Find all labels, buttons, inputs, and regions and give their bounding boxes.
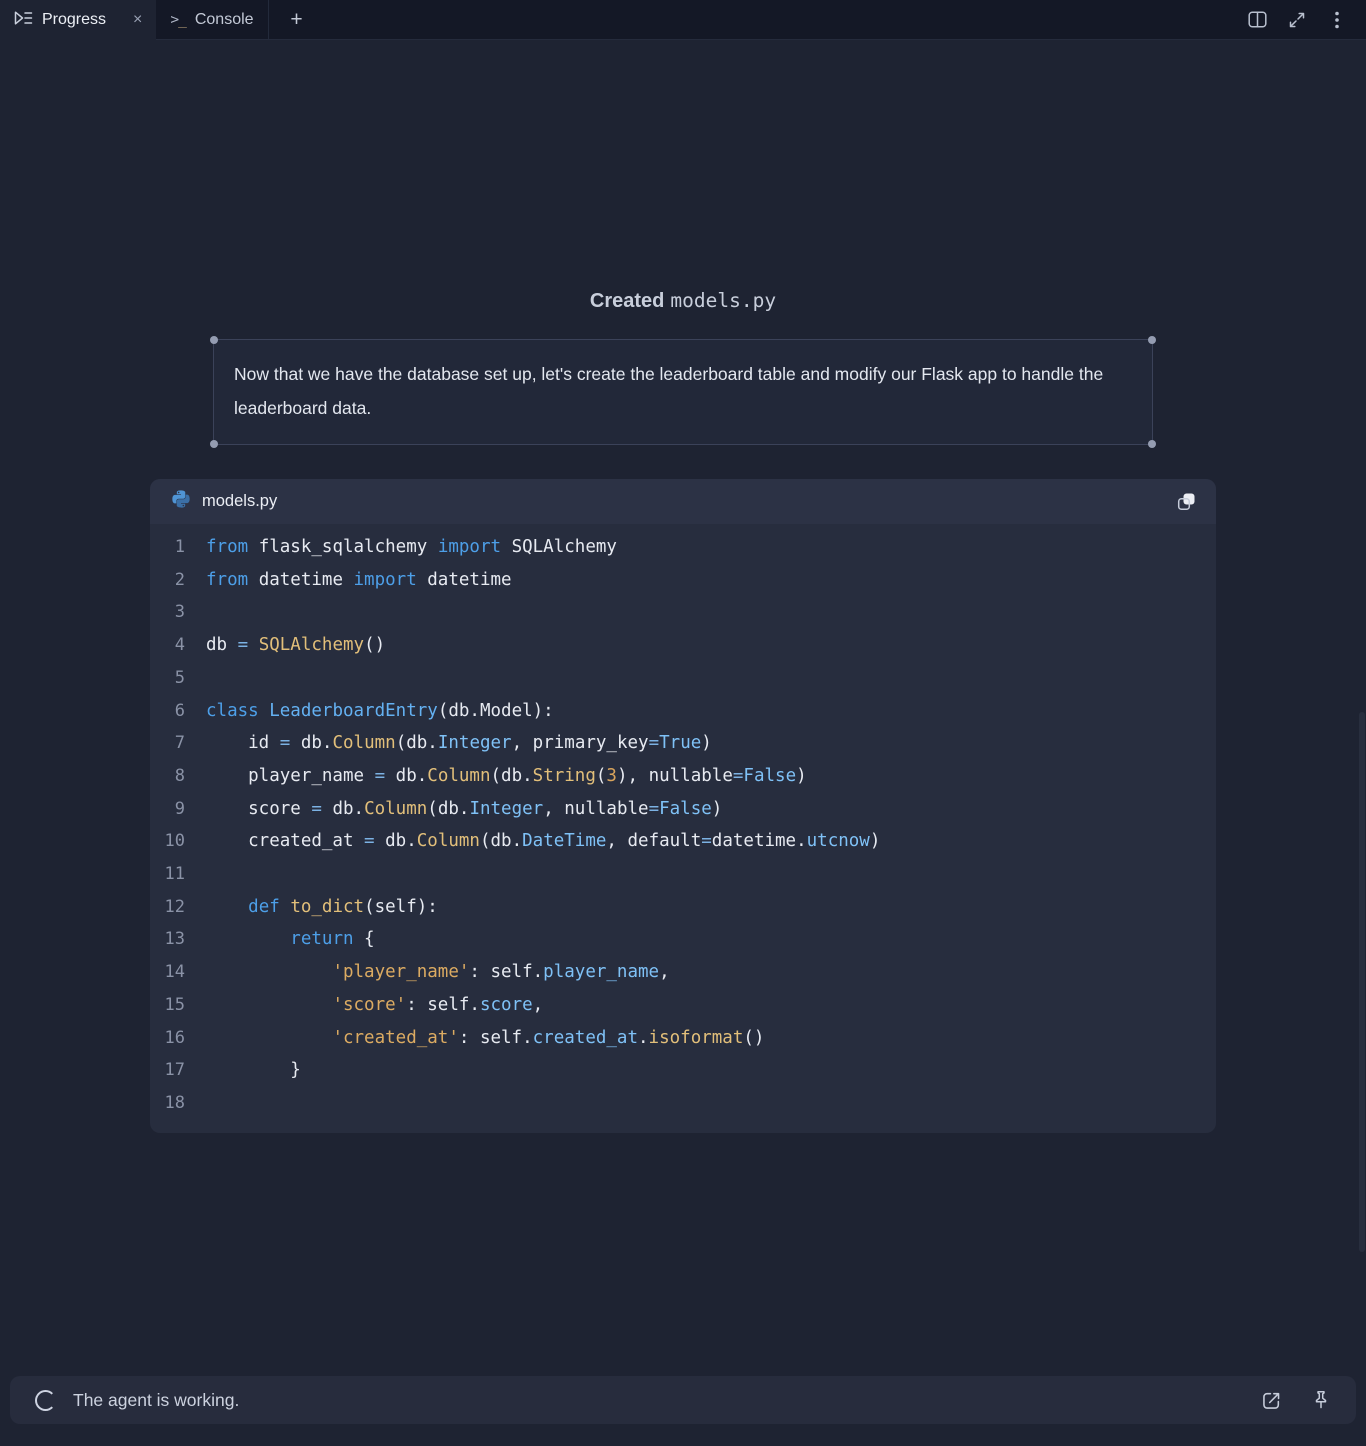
line-number: 5 bbox=[150, 662, 206, 695]
spinner-icon bbox=[35, 1390, 56, 1411]
more-menu-icon[interactable] bbox=[1322, 5, 1352, 35]
tab-progress[interactable]: Progress × bbox=[0, 0, 156, 40]
code-text: return { bbox=[206, 923, 375, 956]
progress-pane: Created models.py Now that we have the da… bbox=[0, 40, 1366, 1133]
code-card: models.py 1from flask_sqlalchemy import … bbox=[150, 479, 1216, 1133]
step-title: Created models.py bbox=[0, 289, 1366, 313]
agent-status-bar: The agent is working. bbox=[10, 1376, 1356, 1424]
selection-handle bbox=[1148, 336, 1156, 344]
agent-message-text: Now that we have the database set up, le… bbox=[234, 364, 1103, 418]
tab-label: Console bbox=[195, 11, 254, 29]
copy-code-button[interactable] bbox=[1172, 488, 1200, 516]
step-action: Created bbox=[590, 290, 664, 312]
code-editor[interactable]: 1from flask_sqlalchemy import SQLAlchemy… bbox=[150, 524, 1216, 1133]
code-text: 'created_at': self.created_at.isoformat(… bbox=[206, 1022, 764, 1055]
code-line: 9 score = db.Column(db.Integer, nullable… bbox=[150, 793, 1216, 826]
line-number: 16 bbox=[150, 1022, 206, 1055]
terminal-icon: >_ bbox=[170, 12, 185, 28]
selection-handle bbox=[210, 336, 218, 344]
code-line: 11 bbox=[150, 858, 1216, 891]
line-number: 13 bbox=[150, 923, 206, 956]
agent-message-box: Now that we have the database set up, le… bbox=[213, 339, 1153, 445]
scrollbar-thumb[interactable] bbox=[1359, 712, 1365, 1252]
tabbar-spacer bbox=[325, 0, 1242, 39]
agent-status-text: The agent is working. bbox=[73, 1390, 1254, 1411]
code-text: created_at = db.Column(db.DateTime, defa… bbox=[206, 825, 880, 858]
window-controls bbox=[1242, 0, 1366, 39]
code-text: 'score': self.score, bbox=[206, 989, 543, 1022]
code-line: 10 created_at = db.Column(db.DateTime, d… bbox=[150, 825, 1216, 858]
code-line: 5 bbox=[150, 662, 1216, 695]
line-number: 10 bbox=[150, 825, 206, 858]
code-text: } bbox=[206, 1054, 301, 1087]
tab-bar: Progress × >_ Console + bbox=[0, 0, 1366, 40]
selection-handle bbox=[1148, 440, 1156, 448]
code-card-header: models.py bbox=[150, 479, 1216, 524]
line-number: 3 bbox=[150, 596, 206, 629]
line-number: 1 bbox=[150, 531, 206, 564]
code-line: 3 bbox=[150, 596, 1216, 629]
code-line: 13 return { bbox=[150, 923, 1216, 956]
code-line: 14 'player_name': self.player_name, bbox=[150, 956, 1216, 989]
code-text: class LeaderboardEntry(db.Model): bbox=[206, 695, 554, 728]
line-number: 2 bbox=[150, 564, 206, 597]
code-text: from datetime import datetime bbox=[206, 564, 512, 597]
line-number: 15 bbox=[150, 989, 206, 1022]
split-view-icon[interactable] bbox=[1242, 5, 1272, 35]
line-number: 7 bbox=[150, 727, 206, 760]
progress-icon bbox=[14, 10, 33, 31]
code-text: from flask_sqlalchemy import SQLAlchemy bbox=[206, 531, 617, 564]
code-line: 2from datetime import datetime bbox=[150, 564, 1216, 597]
line-number: 17 bbox=[150, 1054, 206, 1087]
tab-label: Progress bbox=[42, 11, 106, 29]
code-line: 16 'created_at': self.created_at.isoform… bbox=[150, 1022, 1216, 1055]
line-number: 14 bbox=[150, 956, 206, 989]
python-icon bbox=[171, 489, 191, 514]
code-line: 15 'score': self.score, bbox=[150, 989, 1216, 1022]
code-text: def to_dict(self): bbox=[206, 891, 438, 924]
open-external-icon[interactable] bbox=[1254, 1383, 1288, 1417]
code-text: id = db.Column(db.Integer, primary_key=T… bbox=[206, 727, 712, 760]
line-number: 8 bbox=[150, 760, 206, 793]
code-line: 8 player_name = db.Column(db.String(3), … bbox=[150, 760, 1216, 793]
code-line: 7 id = db.Column(db.Integer, primary_key… bbox=[150, 727, 1216, 760]
code-line: 12 def to_dict(self): bbox=[150, 891, 1216, 924]
line-number: 4 bbox=[150, 629, 206, 662]
line-number: 18 bbox=[150, 1087, 206, 1120]
line-number: 12 bbox=[150, 891, 206, 924]
code-line: 18 bbox=[150, 1087, 1216, 1120]
close-icon[interactable]: × bbox=[129, 10, 146, 30]
code-text: player_name = db.Column(db.String(3), nu… bbox=[206, 760, 807, 793]
tab-console[interactable]: >_ Console bbox=[156, 0, 267, 39]
code-text: score = db.Column(db.Integer, nullable=F… bbox=[206, 793, 722, 826]
code-text: 'player_name': self.player_name, bbox=[206, 956, 670, 989]
pin-icon[interactable] bbox=[1304, 1383, 1338, 1417]
step-filename: models.py bbox=[670, 289, 776, 312]
selection-handle bbox=[210, 440, 218, 448]
code-text: db = SQLAlchemy() bbox=[206, 629, 385, 662]
code-line: 4db = SQLAlchemy() bbox=[150, 629, 1216, 662]
expand-icon[interactable] bbox=[1282, 5, 1312, 35]
line-number: 9 bbox=[150, 793, 206, 826]
line-number: 11 bbox=[150, 858, 206, 891]
status-bar-actions bbox=[1254, 1383, 1338, 1417]
code-line: 1from flask_sqlalchemy import SQLAlchemy bbox=[150, 531, 1216, 564]
code-filename: models.py bbox=[202, 492, 1172, 511]
new-tab-button[interactable]: + bbox=[269, 0, 325, 39]
code-line: 17 } bbox=[150, 1054, 1216, 1087]
line-number: 6 bbox=[150, 695, 206, 728]
code-line: 6class LeaderboardEntry(db.Model): bbox=[150, 695, 1216, 728]
